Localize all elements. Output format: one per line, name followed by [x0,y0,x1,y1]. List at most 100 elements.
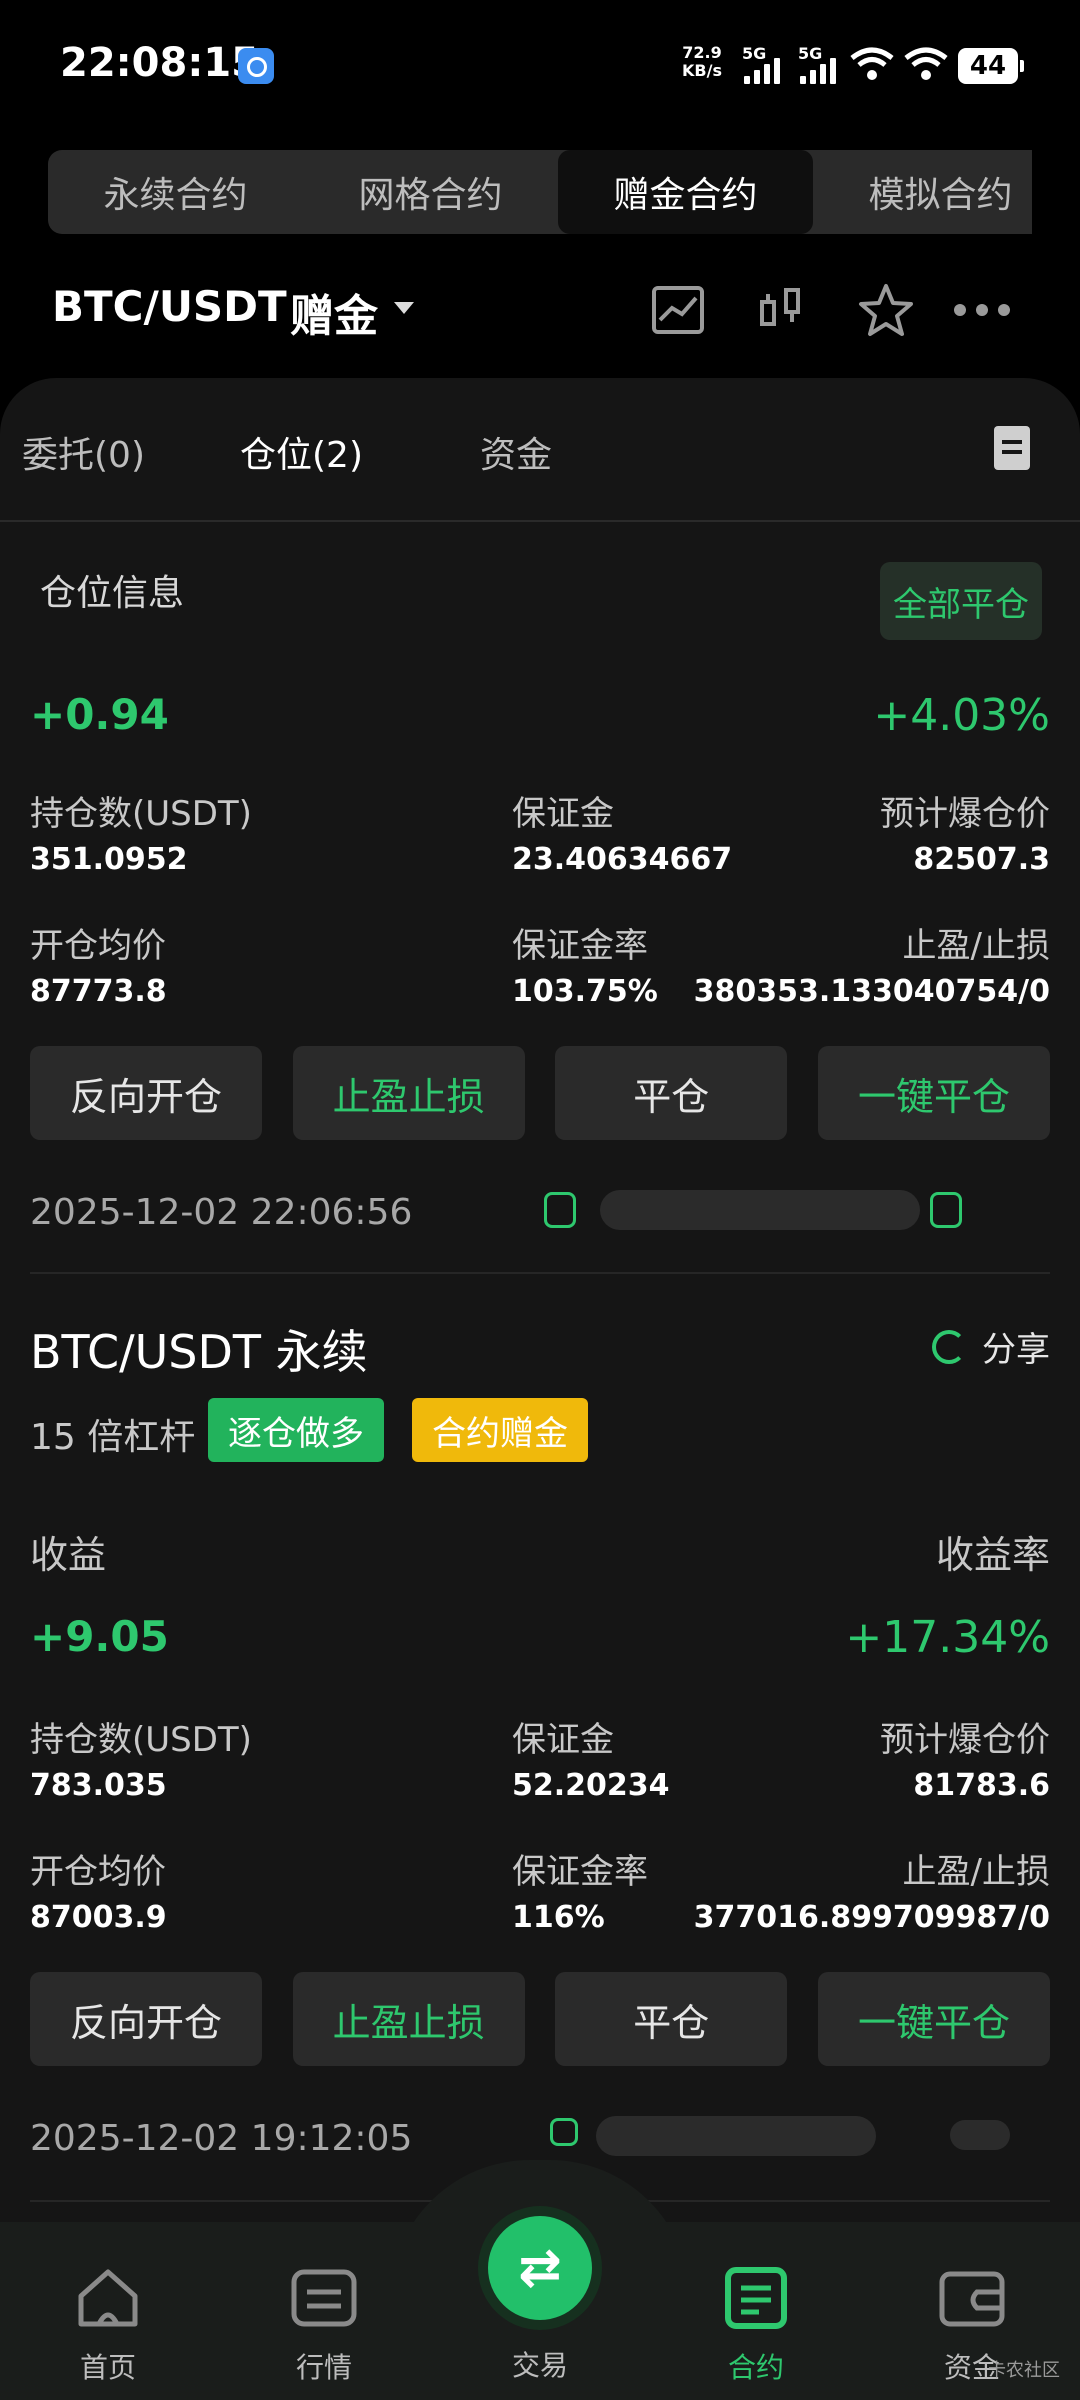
reverse-open-button[interactable]: 反向开仓 [30,1972,262,2066]
close-position-button[interactable]: 平仓 [555,1046,788,1140]
bonus-badge: 合约赠金 [412,1398,588,1462]
pnl-value: +9.05 [30,1612,169,1661]
swap-icon[interactable]: ⇄ [488,2216,592,2320]
position-actions: 反向开仓 止盈止损 平仓 一键平仓 [30,1972,1050,2066]
margin-ratio-label: 保证金率 [512,926,648,966]
more-icon[interactable] [952,280,1012,340]
market-icon [291,2269,357,2327]
tab-positions[interactable]: 仓位(2) [240,426,363,478]
holding-value: 351.0952 [30,842,188,877]
tp-sl-button[interactable]: 止盈止损 [292,1046,525,1140]
candlestick-icon[interactable] [752,280,812,340]
margin-label: 保证金 [512,794,614,834]
liq-price-value: 81783.6 [913,1768,1050,1803]
signal-icon [744,58,780,84]
document-icon[interactable] [994,426,1030,470]
redacted-text [596,2116,876,2156]
battery-icon: 44 [958,48,1024,84]
holding-value: 783.035 [30,1768,167,1803]
positions-panel: 委托(0) 仓位(2) 资金 仓位信息 全部平仓 +0.94 +4.03% 持仓… [0,378,1080,2238]
watermark: 卡农社区 [988,2360,1060,2381]
holding-label: 持仓数(USDT) [30,1720,252,1760]
liq-price-label: 预计爆仓价 [880,1720,1050,1760]
wallet-icon [939,2271,1005,2327]
status-bar: 22:08:15 72.9 KB/s 5G 5G 44 [0,0,1080,130]
tab-bonus[interactable]: 赠金合约 [558,150,813,234]
margin-ratio-value: 103.75% [512,974,658,1009]
pnl-percent: +17.34% [845,1612,1050,1663]
holding-label: 持仓数(USDT) [30,794,252,834]
network-speed: 72.9 KB/s [682,44,722,80]
position-time: 2025-12-02 22:06:56 [30,1192,413,1233]
margin-label: 保证金 [512,1720,614,1760]
nav-label[interactable]: 交易 [470,2344,610,2384]
position-time: 2025-12-02 19:12:05 [30,2118,413,2159]
liq-price-label: 预计爆仓价 [880,794,1050,834]
share-icon [932,1329,966,1364]
section-title: 仓位信息 [40,573,185,614]
tab-orders[interactable]: 委托(0) [22,426,145,478]
pnl-percent: +4.03% [873,690,1050,741]
nav-contract[interactable]: 合约 [686,2266,826,2386]
signal-icon [800,58,836,84]
profit-rate-label: 收益率 [935,1533,1050,1577]
status-time: 22:08:15 [60,40,259,86]
tp-sl-value: 380353.133040754/0 [693,974,1050,1009]
nav-label: 行情 [295,2351,352,2384]
margin-value: 52.20234 [512,1768,670,1803]
nav-market[interactable]: 行情 [254,2266,394,2386]
divider [30,1272,1050,1274]
star-icon[interactable] [856,280,916,340]
redacted-text [600,1190,920,1230]
avg-price-label: 开仓均价 [30,1852,166,1892]
positions-subtabs: 委托(0) 仓位(2) 资金 [0,378,1080,522]
pair-tag[interactable]: 赠金 [290,280,378,344]
network-speed-value: 72.9 [682,43,722,62]
pair-name[interactable]: BTC/USDT [52,282,287,331]
avg-price-value: 87773.8 [30,974,167,1009]
close-position-button[interactable]: 平仓 [555,1972,788,2066]
one-click-close-button[interactable]: 一键平仓 [817,1046,1050,1140]
share-label: 分享 [982,1330,1050,1370]
network-speed-unit: KB/s [682,61,722,80]
tab-demo[interactable]: 模拟合约 [813,150,1032,234]
avg-price-label: 开仓均价 [30,926,166,966]
nav-label: 合约 [727,2351,784,2384]
copy-icon[interactable] [544,1192,576,1228]
tab-funds[interactable]: 资金 [480,426,552,478]
nav-home[interactable]: 首页 [38,2266,178,2386]
position-actions: 反向开仓 止盈止损 平仓 一键平仓 [30,1046,1050,1140]
wifi-icon [850,47,894,80]
pair-header: BTC/USDT 赠金 [0,260,1080,360]
margin-ratio-value: 116% [512,1900,605,1935]
copy-icon[interactable] [550,2118,578,2146]
app-notification-icon [238,48,274,84]
copy-icon[interactable] [930,1192,962,1228]
pnl-value: +0.94 [30,690,169,739]
tp-sl-label: 止盈/止损 [902,926,1050,966]
one-click-close-button[interactable]: 一键平仓 [817,1972,1050,2066]
redacted-text [950,2120,1010,2150]
tp-sl-value: 377016.899709987/0 [693,1900,1050,1935]
tab-perpetual[interactable]: 永续合约 [48,150,303,234]
leverage-label: 15 倍杠杆 [30,1417,196,1458]
reverse-open-button[interactable]: 反向开仓 [30,1046,262,1140]
contract-icon [725,2267,787,2329]
contract-type-tabs: 永续合约 网格合约 赠金合约 模拟合约 [48,150,1032,234]
tp-sl-button[interactable]: 止盈止损 [292,1972,525,2066]
nav-label: 首页 [79,2351,136,2384]
margin-ratio-label: 保证金率 [512,1852,648,1892]
avg-price-value: 87003.9 [30,1900,167,1935]
tab-grid[interactable]: 网格合约 [303,150,558,234]
wifi-icon [904,47,948,80]
close-all-button[interactable]: 全部平仓 [880,562,1042,640]
chevron-down-icon[interactable] [394,302,414,314]
side-badge: 逐仓做多 [208,1398,384,1462]
tp-sl-label: 止盈/止损 [902,1852,1050,1892]
chart-icon[interactable] [648,280,708,340]
share-button[interactable]: 分享 [932,1322,1050,1371]
position-title: BTC/USDT 永续 [30,1325,368,1379]
profit-label: 收益 [30,1533,107,1577]
liq-price-value: 82507.3 [913,842,1050,877]
margin-value: 23.40634667 [512,842,733,877]
